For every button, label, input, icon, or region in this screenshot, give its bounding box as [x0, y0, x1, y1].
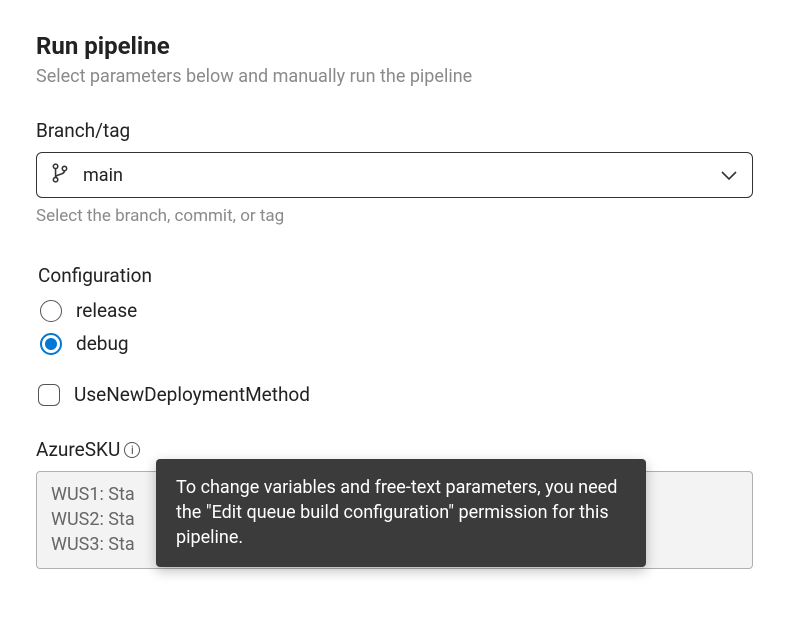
info-icon[interactable]: i [124, 442, 140, 458]
radio-label-debug: debug [76, 332, 129, 355]
page-title: Run pipeline [36, 32, 753, 60]
azure-sku-label: AzureSKU [36, 438, 120, 461]
radio-icon [40, 300, 62, 322]
checkbox-use-new-deployment[interactable]: UseNewDeploymentMethod [36, 383, 753, 406]
radio-option-debug[interactable]: debug [38, 332, 753, 355]
branch-tag-label: Branch/tag [36, 119, 753, 142]
checkbox-label: UseNewDeploymentMethod [74, 383, 310, 406]
page-subtitle: Select parameters below and manually run… [36, 66, 753, 87]
permission-tooltip: To change variables and free-text parame… [156, 459, 646, 567]
branch-helper-text: Select the branch, commit, or tag [36, 206, 753, 226]
radio-option-release[interactable]: release [38, 299, 753, 322]
branch-tag-dropdown[interactable]: main [36, 152, 753, 198]
configuration-label: Configuration [38, 264, 753, 287]
radio-label-release: release [76, 299, 137, 322]
chevron-down-icon [720, 166, 738, 185]
branch-icon [51, 163, 69, 187]
checkbox-icon [38, 384, 60, 406]
branch-tag-value: main [83, 165, 123, 186]
radio-icon-selected [40, 333, 62, 355]
